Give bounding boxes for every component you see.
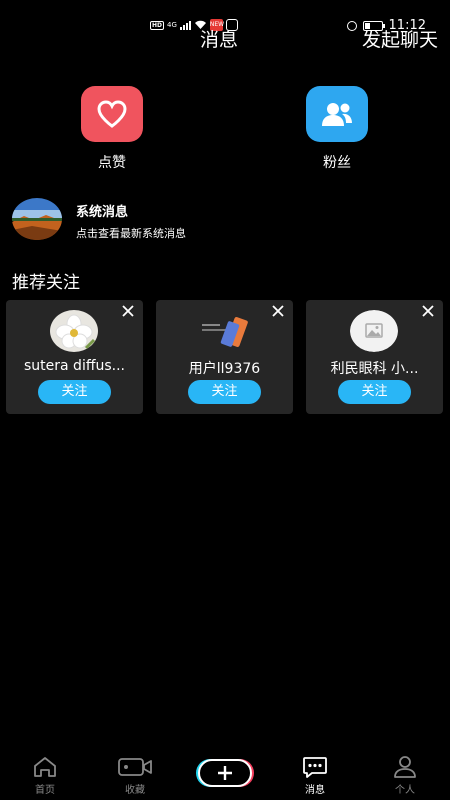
- nav-me[interactable]: 个人: [370, 754, 440, 796]
- hd-icon: HD: [150, 20, 165, 30]
- page-title: 消息: [200, 29, 239, 51]
- video-icon: [118, 758, 152, 776]
- home-icon: [34, 757, 56, 777]
- fans-entry[interactable]: 粉丝: [292, 86, 382, 172]
- recommend-title: 推荐关注: [12, 273, 80, 293]
- system-message-item[interactable]: 系统消息 点击查看最新系统消息: [12, 198, 432, 244]
- close-icon[interactable]: [121, 304, 135, 318]
- nav-favorites-label: 收藏: [125, 785, 145, 796]
- add-button[interactable]: [198, 759, 252, 787]
- users-icon: [306, 86, 368, 142]
- system-message-desc: 点击查看最新系统消息: [76, 227, 186, 240]
- recommend-card[interactable]: 利民眼科 小... 关注: [306, 300, 443, 414]
- bottom-nav: 首页 收藏 消息 个人: [0, 748, 450, 800]
- network-type: 4G: [167, 21, 177, 29]
- nav-home-label: 首页: [35, 785, 55, 796]
- user-name: 利民眼科 小...: [330, 361, 419, 377]
- close-icon[interactable]: [421, 304, 435, 318]
- recommend-card[interactable]: 用户ll9376 关注: [156, 300, 293, 414]
- likes-label: 点赞: [98, 155, 126, 171]
- follow-button[interactable]: 关注: [38, 380, 111, 404]
- nav-me-label: 个人: [395, 785, 415, 796]
- start-chat-button[interactable]: 发起聊天: [362, 28, 438, 52]
- user-avatar: [350, 310, 398, 352]
- signal-icon: [179, 20, 191, 30]
- user-name: sutera diffus...: [24, 358, 125, 374]
- plus-icon: [218, 766, 232, 780]
- nav-favorites[interactable]: 收藏: [100, 754, 170, 796]
- user-avatar: [200, 310, 248, 352]
- person-icon: [394, 756, 416, 778]
- system-message-avatar: [12, 198, 62, 240]
- system-message-title: 系统消息: [76, 205, 129, 220]
- user-name: 用户ll9376: [188, 361, 261, 377]
- alarm-icon: [346, 20, 357, 31]
- heart-icon: [81, 86, 143, 142]
- user-avatar: [50, 310, 98, 352]
- nav-messages-label: 消息: [305, 785, 325, 796]
- follow-button[interactable]: 关注: [338, 380, 411, 404]
- nav-home[interactable]: 首页: [10, 754, 80, 796]
- fans-label: 粉丝: [323, 155, 351, 171]
- close-icon[interactable]: [271, 304, 285, 318]
- follow-button[interactable]: 关注: [188, 380, 261, 404]
- message-icon: [303, 757, 327, 778]
- likes-entry[interactable]: 点赞: [67, 86, 157, 172]
- recommend-card[interactable]: sutera diffus... 关注: [6, 300, 143, 414]
- nav-messages[interactable]: 消息: [280, 754, 350, 796]
